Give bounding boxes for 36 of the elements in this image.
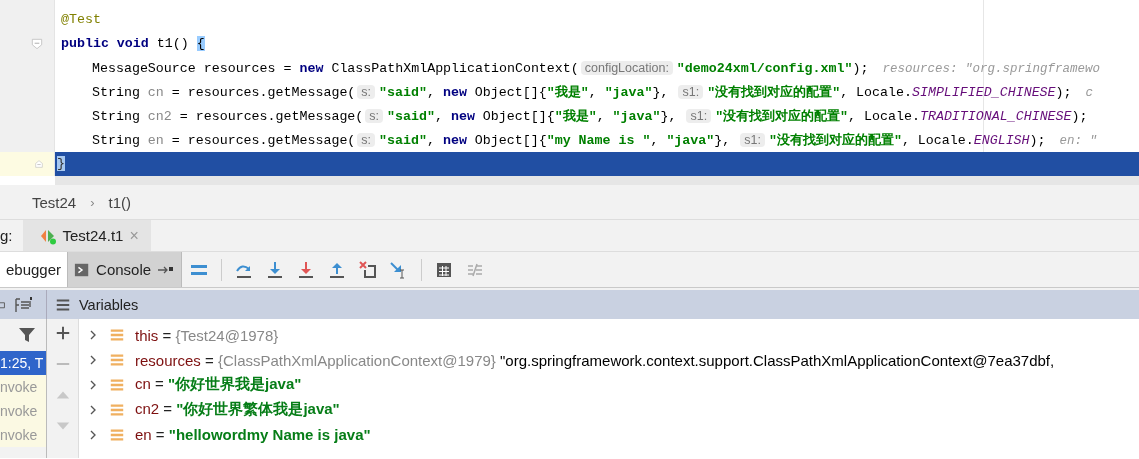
breadcrumb-item[interactable]: Test24 xyxy=(32,193,77,211)
panel-title: Variables xyxy=(79,296,139,313)
console-icon xyxy=(74,261,91,278)
panel-tab[interactable]: Console xyxy=(68,252,183,287)
debug-label: g: xyxy=(0,226,14,246)
plus-icon[interactable] xyxy=(54,325,71,341)
variable-entry[interactable]: cn2 = "你好世界繁体我是java" xyxy=(135,400,340,420)
code-line: @Test xyxy=(61,11,101,29)
field-stripes-icon xyxy=(109,426,125,443)
code-line: String cn2 = resources.getMessage( s: "said", new Object[]{"我是", "java"}, s1: "没有找到对应的配置", Locale.TRADITIONAL_CHINESE); xyxy=(92,107,1088,126)
filter-icon[interactable] xyxy=(18,326,36,344)
variable-entry[interactable]: en = "hellowordmy Name is java" xyxy=(135,426,371,444)
field-stripes-icon xyxy=(109,377,125,393)
code-line: String en = resources.getMessage( s: "said", new Object[]{"my Name is ", "java"}, s1: "没有找到对应的配置", Locale.ENGLISH); en: " xyxy=(92,131,1098,150)
down-arrow-icon[interactable] xyxy=(297,260,316,279)
stack-frame[interactable]: 1:25, T xyxy=(0,351,46,375)
field-stripes-icon xyxy=(109,401,125,418)
calculator-icon[interactable] xyxy=(435,260,454,279)
field-stripes-icon xyxy=(109,327,125,344)
cross-box-icon[interactable] xyxy=(359,260,378,279)
panel-tab[interactable]: ebugger xyxy=(0,252,69,287)
variable-entry[interactable]: resources = {ClassPathXmlApplicationContext@1979} "org.springframework.context.support.ClassPathXmlApplicationContext@7ea37dbf, xyxy=(135,351,1055,369)
code-line: MessageSource resources = new ClassPathXmlApplicationContext( configLocation: "demo24xml/config.xml"); resources: "org.springframewo xyxy=(92,60,1100,78)
code-line: String cn = resources.getMessage( s: "said", new Object[]{"我是", "java"}, s1: "没有找到对应的配置", Locale.SIMPLIFIED_CHINESE); c xyxy=(92,83,1094,102)
variable-entry[interactable]: this = {Test24@1978} xyxy=(135,326,279,344)
down-arrow-icon[interactable] xyxy=(266,260,285,279)
frames-list-icon[interactable] xyxy=(12,295,34,314)
fold-marker-icon[interactable] xyxy=(30,36,44,52)
variable-entry[interactable]: cn = "你好世界我是java" xyxy=(135,375,302,395)
field-stripes-icon xyxy=(109,352,125,369)
code-line: public void t1() { xyxy=(61,35,205,53)
breadcrumb-separator: › xyxy=(90,194,95,210)
breadcrumb-item[interactable]: t1() xyxy=(108,193,132,211)
up-arrow-icon[interactable] xyxy=(328,260,347,279)
session-tab[interactable]: Test24.t1 × xyxy=(22,220,151,251)
scrollbar-track[interactable] xyxy=(55,176,1139,185)
